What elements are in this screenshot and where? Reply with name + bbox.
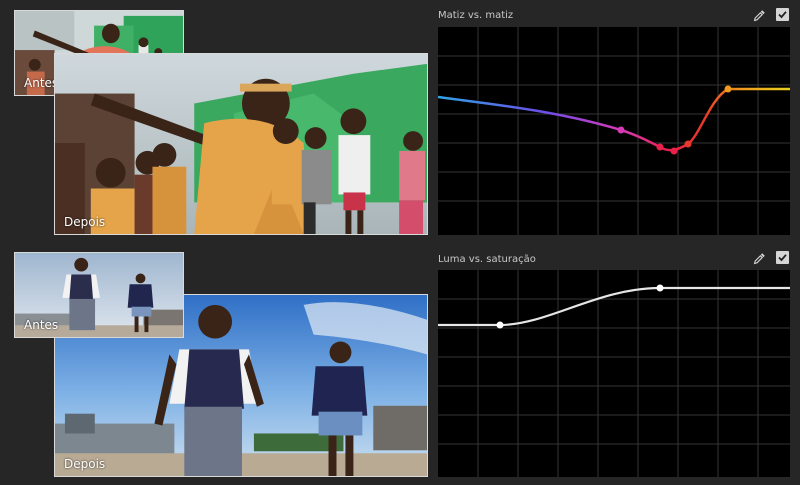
curve-title-luma-vs-sat: Luma vs. saturação bbox=[438, 254, 536, 265]
after-image-1 bbox=[55, 54, 427, 234]
curve-control-point bbox=[656, 143, 664, 151]
curve-graph-luma-vs-sat[interactable] bbox=[438, 270, 790, 477]
before-thumbnail-2: Antes bbox=[14, 252, 184, 338]
after-label: Depois bbox=[64, 215, 106, 229]
checkmark-icon bbox=[778, 11, 787, 19]
eyedropper-icon[interactable] bbox=[752, 8, 766, 22]
curve-control-point bbox=[496, 321, 504, 329]
before-label: Antes bbox=[24, 318, 59, 332]
checkmark-icon bbox=[778, 254, 787, 262]
curve-control-point bbox=[670, 147, 678, 155]
luma-sat-curve bbox=[438, 286, 790, 327]
after-image-frame-1: Depois bbox=[54, 53, 428, 235]
curve-graph-hue-vs-hue[interactable] bbox=[438, 27, 790, 235]
curve-control-point bbox=[724, 85, 732, 93]
curve-title-hue-vs-hue: Matiz vs. matiz bbox=[438, 10, 514, 21]
curve-enable-checkbox[interactable] bbox=[776, 251, 789, 264]
hue-curve bbox=[438, 87, 790, 152]
eyedropper-icon[interactable] bbox=[752, 251, 766, 265]
curve-control-point bbox=[684, 140, 692, 148]
curve-control-point bbox=[617, 126, 625, 134]
curve-control-point bbox=[656, 284, 664, 292]
after-label: Depois bbox=[64, 457, 106, 471]
curve-enable-checkbox[interactable] bbox=[776, 8, 789, 21]
